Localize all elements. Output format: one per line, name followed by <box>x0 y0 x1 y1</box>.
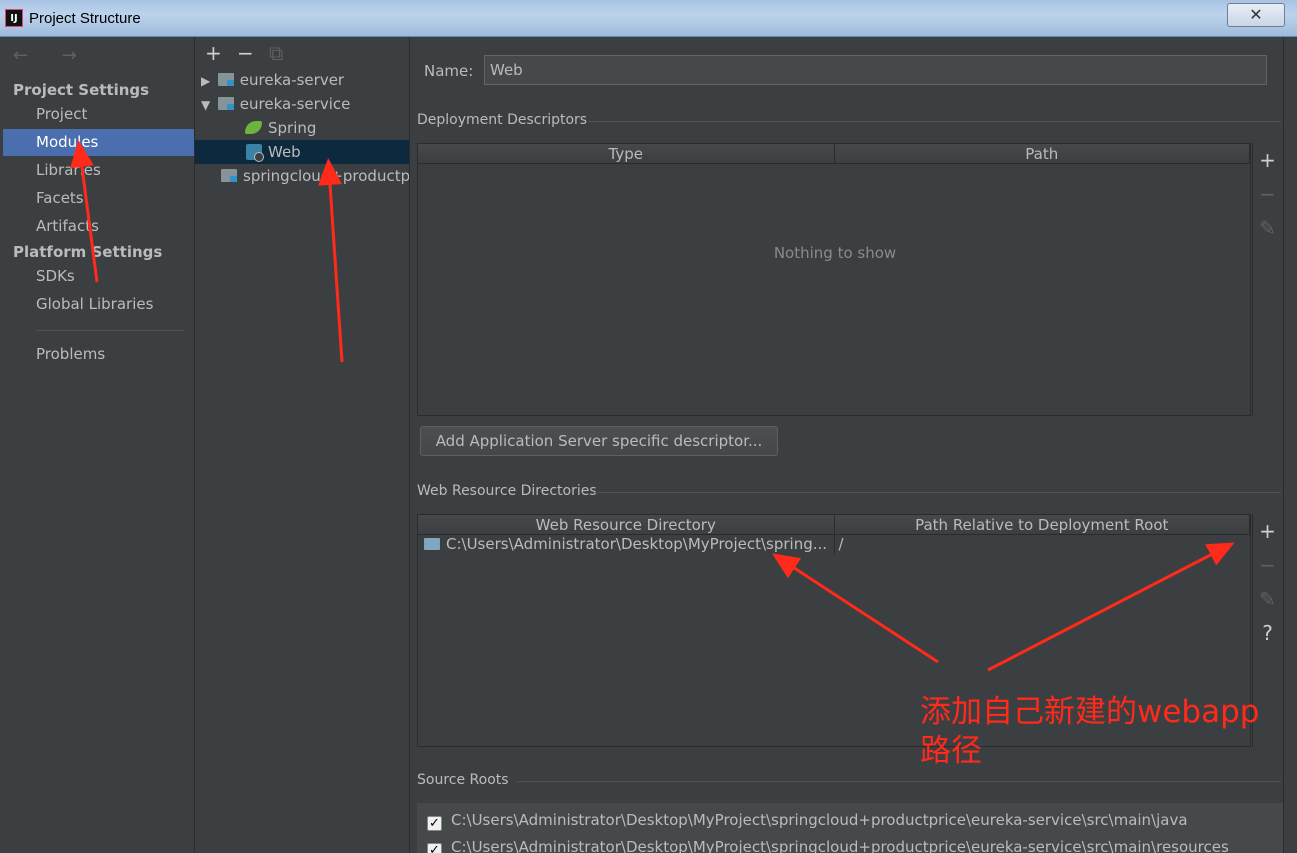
scrollbar[interactable] <box>1283 37 1297 853</box>
nav-item-libraries[interactable]: Libraries <box>3 157 194 184</box>
back-forward-arrows-icon[interactable]: ← → <box>13 45 91 66</box>
list-item[interactable]: ✓ C:\Users\Administrator\Desktop\MyProjec… <box>427 811 1188 831</box>
deployment-descriptors-title: Deployment Descriptors <box>417 112 588 128</box>
intellij-app-icon: IJ <box>5 9 23 27</box>
nav-item-modules[interactable]: Modules <box>3 129 194 156</box>
source-root-path: C:\Users\Administrator\Desktop\MyProject… <box>451 811 1188 829</box>
expand-arrow-icon[interactable]: ▶ <box>201 69 213 93</box>
tree-node-eureka-server[interactable]: ▶ eureka-server <box>195 68 409 93</box>
edit-pencil-icon[interactable]: ✎ <box>1253 211 1282 245</box>
web-directory-icon <box>424 538 440 550</box>
empty-table-text: Nothing to show <box>773 244 897 262</box>
tree-node-label: springcloud+productp <box>243 167 410 185</box>
close-window-button[interactable]: ✕ <box>1227 3 1285 27</box>
table-row[interactable]: C:\Users\Administrator\Desktop\MyProject… <box>418 535 1250 554</box>
tree-node-label: Web <box>268 143 301 161</box>
group-divider <box>588 121 1281 122</box>
edit-pencil-icon[interactable]: ✎ <box>1253 582 1282 616</box>
deployment-descriptors-table[interactable]: Type Path Nothing to show <box>417 143 1251 416</box>
tree-node-label: eureka-service <box>239 95 351 113</box>
column-header-relative-path[interactable]: Path Relative to Deployment Root <box>834 515 1250 534</box>
module-tree-panel: + − ⧉ ▶ eureka-server ▼ eureka-service Spr… <box>194 37 410 853</box>
spring-leaf-icon <box>245 121 262 134</box>
group-divider <box>595 492 1281 493</box>
name-field[interactable]: Web <box>484 55 1267 85</box>
nav-divider <box>36 330 184 331</box>
source-roots-list: ✓ C:\Users\Administrator\Desktop\MyProjec… <box>417 803 1287 853</box>
source-roots-title: Source Roots <box>417 772 509 788</box>
tree-node-label: eureka-server <box>239 71 345 89</box>
add-server-descriptor-button[interactable]: Add Application Server specific descript… <box>420 426 778 456</box>
column-header-path[interactable]: Path <box>834 144 1250 163</box>
module-folder-icon <box>217 73 234 86</box>
window-title: Project Structure <box>29 10 141 27</box>
annotation-line-2: 路径 <box>920 733 982 769</box>
platform-settings-heading: Platform Settings <box>13 243 163 261</box>
web-facet-icon <box>246 144 264 162</box>
tree-toolbar: + − ⧉ <box>205 41 301 65</box>
nav-item-facets[interactable]: Facets <box>3 185 194 212</box>
nav-item-problems[interactable]: Problems <box>3 341 194 368</box>
descriptor-table-toolbar: + − ✎ <box>1252 143 1282 416</box>
list-item[interactable]: ✓ C:\Users\Administrator\Desktop\MyProjec… <box>427 838 1229 853</box>
remove-icon[interactable]: − <box>1253 548 1282 582</box>
relative-path-cell: / <box>838 535 844 553</box>
window-title-bar: IJ Project Structure ✕ <box>0 0 1297 37</box>
add-icon[interactable]: + <box>1253 143 1282 177</box>
tree-node-eureka-service[interactable]: ▼ eureka-service <box>195 92 409 117</box>
add-icon[interactable]: + <box>205 41 237 65</box>
settings-nav-panel: ← → Project Settings Project Modules Lib… <box>3 37 194 853</box>
web-resource-directory-cell: C:\Users\Administrator\Desktop\MyProject… <box>446 535 828 553</box>
module-folder-icon <box>217 97 234 110</box>
copy-icon[interactable]: ⧉ <box>269 41 301 65</box>
module-folder-icon <box>221 169 237 182</box>
nav-item-sdks[interactable]: SDKs <box>3 263 194 290</box>
add-icon[interactable]: + <box>1253 514 1282 548</box>
nav-item-artifacts[interactable]: Artifacts <box>3 213 194 240</box>
tree-node-spring[interactable]: Spring <box>195 116 409 140</box>
source-root-path: C:\Users\Administrator\Desktop\MyProject… <box>451 838 1229 853</box>
source-root-checkbox[interactable]: ✓ <box>427 816 442 831</box>
source-root-checkbox[interactable]: ✓ <box>427 843 442 853</box>
table-header: Web Resource Directory Path Relative to … <box>418 515 1250 535</box>
group-divider <box>517 781 1281 782</box>
nav-item-global-libraries[interactable]: Global Libraries <box>3 291 194 318</box>
column-header-type[interactable]: Type <box>418 144 835 163</box>
web-resource-directories-title: Web Resource Directories <box>417 483 597 499</box>
column-header-web-resource-directory[interactable]: Web Resource Directory <box>418 515 835 534</box>
tree-node-springcloud[interactable]: springcloud+productp <box>195 164 410 188</box>
help-icon[interactable]: ? <box>1253 616 1282 650</box>
name-label: Name: <box>424 62 474 80</box>
collapse-arrow-icon[interactable]: ▼ <box>201 93 213 117</box>
project-settings-heading: Project Settings <box>13 81 150 99</box>
remove-icon[interactable]: − <box>1253 177 1282 211</box>
remove-icon[interactable]: − <box>237 41 269 65</box>
tree-node-label: Spring <box>268 119 317 137</box>
table-header: Type Path <box>418 144 1250 164</box>
tree-node-web[interactable]: Web <box>195 140 409 164</box>
nav-item-project[interactable]: Project <box>3 101 194 128</box>
annotation-text: 添加自己新建的webapp 路径 <box>920 693 1259 771</box>
annotation-line-1: 添加自己新建的webapp <box>920 694 1260 730</box>
